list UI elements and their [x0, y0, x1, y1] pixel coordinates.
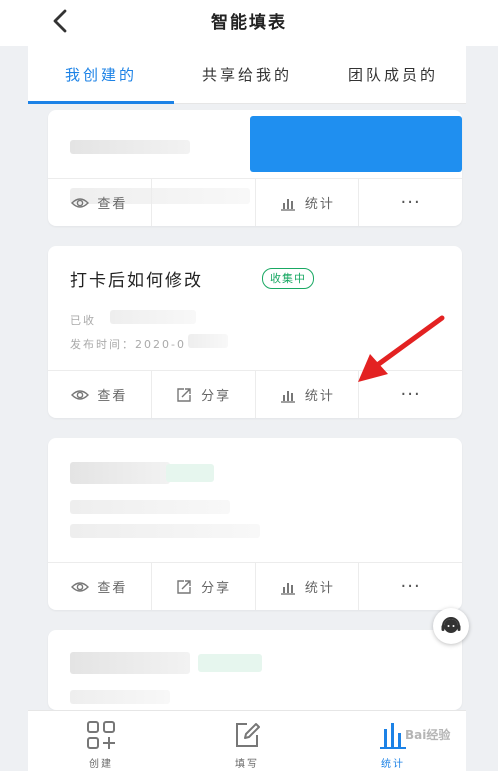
share-button[interactable]: 分享	[152, 371, 256, 418]
blurred-text	[70, 500, 230, 514]
blurred-text	[70, 652, 190, 674]
share-button[interactable]: 分享	[152, 563, 256, 610]
card-title: 打卡后如何修改	[70, 271, 203, 291]
bar-chart-icon	[280, 198, 295, 211]
card-actions: 查看 分享 统计 ···	[48, 562, 462, 610]
card-actions: 查看 统计 ···	[48, 178, 462, 226]
bottom-nav: 创建 填写 统计	[28, 710, 466, 771]
share-icon	[177, 387, 191, 402]
view-label: 查看	[97, 197, 128, 212]
nav-fill-label: 填写	[235, 759, 259, 770]
more-button[interactable]: ···	[359, 563, 462, 610]
page-title: 智能填表	[211, 13, 287, 33]
blurred-text	[70, 140, 190, 154]
blurred-text	[70, 690, 170, 704]
nav-stats-label: 统计	[381, 759, 405, 770]
tab-shared-with-me[interactable]: 共享给我的	[174, 46, 320, 103]
stats-label: 统计	[304, 581, 335, 596]
view-button[interactable]: 查看	[48, 371, 152, 418]
more-button[interactable]: ···	[359, 179, 462, 226]
placeholder-cell	[152, 179, 256, 226]
eye-icon	[71, 581, 90, 592]
eye-icon	[71, 197, 90, 208]
stats-button[interactable]: 统计	[256, 371, 360, 418]
blurred-badge	[198, 654, 262, 672]
more-icon: ···	[400, 192, 421, 213]
grid-plus-icon	[87, 721, 115, 749]
form-card[interactable]: 查看 统计 ···	[48, 110, 462, 226]
share-icon	[177, 579, 191, 594]
nav-create-label: 创建	[89, 759, 113, 770]
edit-icon	[236, 723, 260, 747]
view-label: 查看	[97, 581, 128, 596]
customer-service-button[interactable]	[433, 608, 469, 644]
blurred-text	[188, 334, 228, 348]
stats-button[interactable]: 统计	[256, 563, 360, 610]
bar-chart-icon	[280, 390, 295, 403]
card-actions: 查看 分享 统计 ···	[48, 370, 462, 418]
watermark: Bai经验	[405, 728, 451, 742]
form-card[interactable]: 打卡后如何修改 收集中 已收 发布时间：2020-0 查看 分享 统计 ···	[48, 246, 462, 418]
more-icon: ···	[400, 576, 421, 597]
stats-label: 统计	[304, 389, 335, 404]
blurred-badge	[166, 464, 214, 482]
blurred-text	[70, 524, 260, 538]
stats-button[interactable]: 统计	[256, 179, 360, 226]
form-card[interactable]	[48, 630, 462, 710]
more-button[interactable]: ···	[359, 371, 462, 418]
collected-count: 已收	[70, 314, 96, 327]
tab-bar: 我创建的 共享给我的 团队成员的	[28, 46, 466, 104]
view-button[interactable]: 查看	[48, 563, 152, 610]
bar-chart-icon	[280, 582, 295, 595]
eye-icon	[71, 389, 90, 400]
view-label: 查看	[97, 389, 128, 404]
form-card[interactable]: 查看 分享 统计 ···	[48, 438, 462, 610]
top-bar: 智能填表	[0, 0, 498, 46]
blurred-text	[70, 462, 170, 484]
tab-team-members[interactable]: 团队成员的	[320, 46, 466, 103]
more-icon: ···	[400, 384, 421, 405]
publish-time: 发布时间：2020-0	[70, 338, 186, 351]
status-badge: 收集中	[262, 268, 314, 289]
tab-created-by-me[interactable]: 我创建的	[28, 46, 174, 104]
nav-create[interactable]: 创建	[28, 711, 174, 771]
share-label: 分享	[201, 581, 232, 596]
share-label: 分享	[201, 389, 232, 404]
blurred-overlay	[250, 116, 462, 172]
blurred-text	[110, 310, 196, 324]
nav-fill[interactable]: 填写	[174, 711, 320, 771]
headset-icon	[441, 617, 461, 633]
view-button[interactable]: 查看	[48, 179, 152, 226]
stats-label: 统计	[304, 197, 335, 212]
